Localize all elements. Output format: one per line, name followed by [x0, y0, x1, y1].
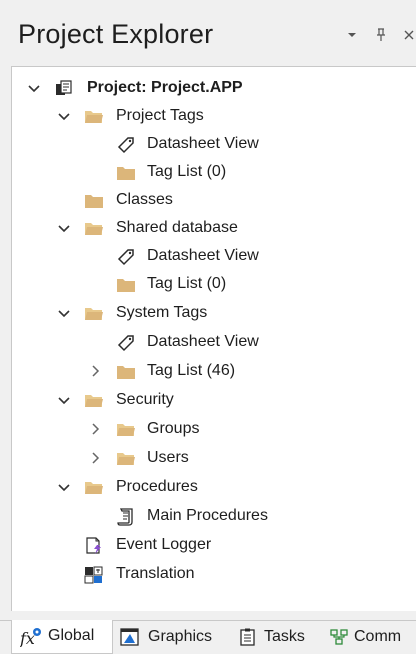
folder-icon: [84, 192, 104, 210]
tree-item-label: Users: [147, 449, 189, 466]
tab-label: Global: [48, 627, 95, 644]
tree-item-label: Main Procedures: [147, 507, 268, 524]
tree-item-users[interactable]: Users: [12, 445, 416, 473]
chevron-right-icon[interactable]: [90, 451, 102, 465]
tab-graphics[interactable]: Graphics: [118, 621, 230, 653]
folder-open-icon: [84, 220, 104, 238]
tree-item-label: Tag List (0): [147, 163, 227, 180]
tab-tasks[interactable]: Tasks: [236, 621, 316, 653]
tasks-icon: [238, 628, 258, 646]
script-icon: [116, 508, 136, 526]
tree-item-datasheet-view[interactable]: Datasheet View: [12, 243, 416, 271]
tree-item-label: Groups: [147, 420, 200, 437]
translation-icon: [84, 566, 104, 584]
pin-icon[interactable]: [372, 26, 390, 44]
tree-item-project-tags[interactable]: Project Tags: [12, 103, 416, 131]
tree-item-shared-database[interactable]: Shared database: [12, 215, 416, 243]
tab-label: Tasks: [264, 628, 305, 645]
folder-open-icon: [84, 392, 104, 410]
svg-text:fx: fx: [20, 629, 35, 647]
panel-title-bar: Project Explorer: [0, 0, 416, 66]
project-explorer-panel: Project Explorer Project: Project.APP Pr…: [0, 0, 416, 654]
tree-item-tag-list[interactable]: Tag List (0): [12, 271, 416, 299]
tab-label: Graphics: [148, 628, 213, 645]
folder-open-icon: [116, 450, 136, 468]
close-icon[interactable]: [400, 26, 416, 44]
event-logger-icon: [84, 537, 104, 555]
folder-icon: [116, 276, 136, 294]
tree-item-label: System Tags: [116, 304, 208, 321]
tree-item-label: Project Tags: [116, 107, 204, 124]
tree-item-label: Shared database: [116, 219, 238, 236]
tree-item-label: Event Logger: [116, 536, 212, 553]
folder-open-icon: [84, 305, 104, 323]
tree-item-classes[interactable]: Classes: [12, 187, 416, 215]
chevron-down-icon[interactable]: [58, 221, 70, 235]
tree-item-label: Procedures: [116, 478, 198, 495]
tree-item-procedures[interactable]: Procedures: [12, 474, 416, 502]
panel-title: Project Explorer: [18, 19, 214, 49]
folder-icon: [116, 164, 136, 182]
tree-item-label: Security: [116, 391, 174, 408]
chevron-down-icon[interactable]: [343, 26, 361, 44]
tree-item-label: Tag List (0): [147, 275, 227, 292]
project-tree: Project: Project.APP Project Tags Datash…: [11, 66, 416, 611]
tree-item-security[interactable]: Security: [12, 387, 416, 415]
tree-item-label: Project: Project.APP: [87, 79, 243, 96]
chevron-down-icon[interactable]: [58, 480, 70, 494]
folder-open-icon: [84, 108, 104, 126]
tree-item-label: Datasheet View: [147, 135, 259, 152]
tag-icon: [116, 334, 136, 352]
tree-item-tag-list[interactable]: Tag List (0): [12, 159, 416, 187]
project-icon: [54, 80, 74, 98]
tree-item-label: Datasheet View: [147, 333, 259, 350]
chevron-right-icon[interactable]: [90, 364, 102, 378]
tree-item-label: Translation: [116, 565, 195, 582]
tree-item-label: Classes: [116, 191, 173, 208]
tree-item-system-tags[interactable]: System Tags: [12, 300, 416, 328]
chevron-down-icon[interactable]: [58, 393, 70, 407]
chevron-right-icon[interactable]: [90, 422, 102, 436]
tree-item-main-procedures[interactable]: Main Procedures: [12, 503, 416, 531]
tree-item-datasheet-view[interactable]: Datasheet View: [12, 131, 416, 159]
folder-icon: [116, 363, 136, 381]
tab-global[interactable]: fx Global: [11, 620, 113, 654]
tag-icon: [116, 136, 136, 154]
graphics-icon: [120, 628, 140, 646]
tree-item-event-logger[interactable]: Event Logger: [12, 532, 416, 560]
tree-item-tag-list[interactable]: Tag List (46): [12, 358, 416, 386]
folder-open-icon: [84, 479, 104, 497]
tree-item-translation[interactable]: Translation: [12, 561, 416, 589]
chevron-down-icon[interactable]: [58, 306, 70, 320]
tree-item-label: Tag List (46): [147, 362, 236, 379]
chevron-down-icon[interactable]: [28, 81, 40, 95]
function-icon: fx: [19, 627, 41, 648]
tree-item-datasheet-view[interactable]: Datasheet View: [12, 329, 416, 357]
tab-comm[interactable]: Comm: [328, 621, 416, 653]
folder-open-icon: [116, 421, 136, 439]
tree-item-groups[interactable]: Groups: [12, 416, 416, 444]
bottom-tab-bar: fx Global Graphics Tasks Comm: [0, 620, 416, 654]
tree-item-label: Datasheet View: [147, 247, 259, 264]
tag-icon: [116, 248, 136, 266]
tree-item-project[interactable]: Project: Project.APP: [12, 75, 416, 103]
communication-icon: [330, 628, 350, 646]
tab-label: Comm: [354, 628, 402, 645]
chevron-down-icon[interactable]: [58, 109, 70, 123]
